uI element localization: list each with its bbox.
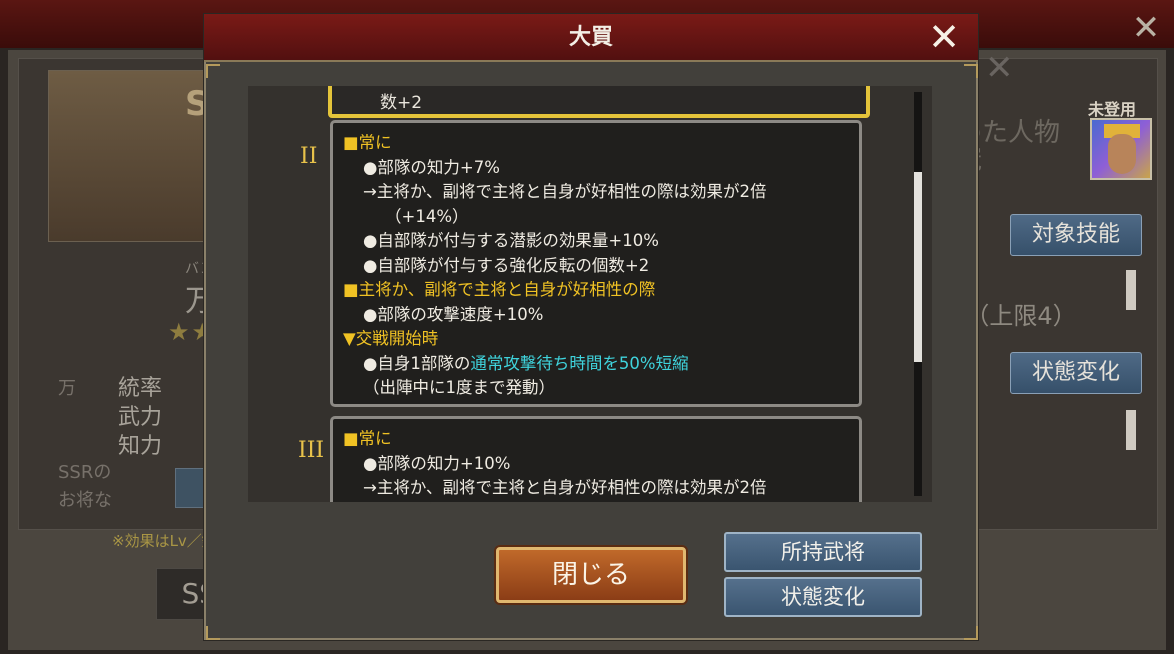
slider-handle[interactable] — [1126, 270, 1136, 310]
scrollbar-thumb[interactable] — [914, 172, 922, 362]
effect-line: ●部隊の知力+7% — [363, 157, 500, 177]
modal-title: 大買 — [568, 25, 613, 50]
stat-label-intelligence: 知力 — [118, 434, 163, 459]
frame-corner — [206, 64, 220, 78]
close-button[interactable]: 閉じる — [496, 547, 686, 603]
slider-handle[interactable] — [1126, 410, 1136, 450]
effect-line: →主将か、副将で主将と自身が好相性の際は効果が2倍 — [363, 478, 767, 497]
status-change-button[interactable]: 状態変化 — [724, 577, 922, 617]
stat-label-leadership: 統率 — [118, 376, 163, 401]
effect-line: 数+2 — [380, 93, 423, 113]
faded-text: SSRの — [58, 462, 112, 483]
effect-heading: ■常に — [343, 133, 392, 152]
frame-corner — [964, 626, 978, 640]
frame-corner — [964, 64, 978, 78]
general-portrait-icon[interactable] — [1090, 118, 1152, 180]
frame-corner — [206, 626, 220, 640]
faded-text: 万 — [58, 378, 76, 399]
close-icon[interactable]: ✕ — [924, 18, 964, 58]
highlighted-effect-text: 通常攻撃待ち時間を50%短縮 — [470, 353, 689, 373]
effect-line: ●自部隊が付与する潜影の効果量+10% — [363, 231, 659, 250]
previous-effect-box: 数+2 — [328, 86, 870, 118]
status-change-button-bg[interactable]: 状態変化 — [1010, 352, 1142, 394]
effect-line: ●部隊の攻撃速度+10% — [363, 304, 544, 324]
effect-heading: ▼交戦開始時 — [343, 329, 439, 348]
effect-box-level-iii: ■常に ●部隊の知力+10% →主将か、副将で主将と自身が好相性の際は効果が2倍 — [330, 416, 862, 502]
effect-line: →主将か、副将で主将と自身が好相性の際は効果が2倍 — [363, 182, 767, 201]
effect-heading: ■常に — [343, 429, 392, 448]
effect-text: ●自身1部隊の — [363, 353, 471, 373]
effect-line: （+14%） — [385, 206, 469, 226]
effect-line: ●部隊の知力+10% — [363, 453, 511, 473]
face-icon — [1108, 134, 1136, 174]
owned-generals-button[interactable]: 所持武将 — [724, 532, 922, 572]
effect-line: ●自部隊が付与する強化反転の個数+2 — [363, 255, 650, 275]
effect-box-level-ii: ■常に ●部隊の知力+7% →主将か、副将で主将と自身が好相性の際は効果が2倍 … — [330, 120, 862, 407]
modal-header: 大買 — [204, 14, 978, 62]
background-secondary-close-icon[interactable]: ✕ — [985, 48, 1014, 88]
effect-heading: ■主将か、副将で主将と自身が好相性の際 — [343, 280, 656, 299]
effect-line: （出陣中に1度まで発動） — [363, 378, 555, 397]
effect-scroll-area[interactable]: 数+2 II ■常に ●部隊の知力+7% →主将か、副将で主将と自身が好相性の際… — [248, 86, 932, 502]
background-close-icon[interactable]: ✕ — [1128, 10, 1164, 46]
stat-label-strength: 武力 — [118, 405, 163, 430]
effect-line: ●自身1部隊の通常攻撃待ち時間を50%短縮 — [343, 352, 849, 377]
level-numeral-ii: II — [300, 144, 318, 169]
unused-label: 未登用 — [1088, 100, 1137, 119]
target-skill-button[interactable]: 対象技能 — [1010, 214, 1142, 256]
level-numeral-iii: III — [298, 438, 325, 463]
faded-text: お将な — [58, 490, 112, 511]
